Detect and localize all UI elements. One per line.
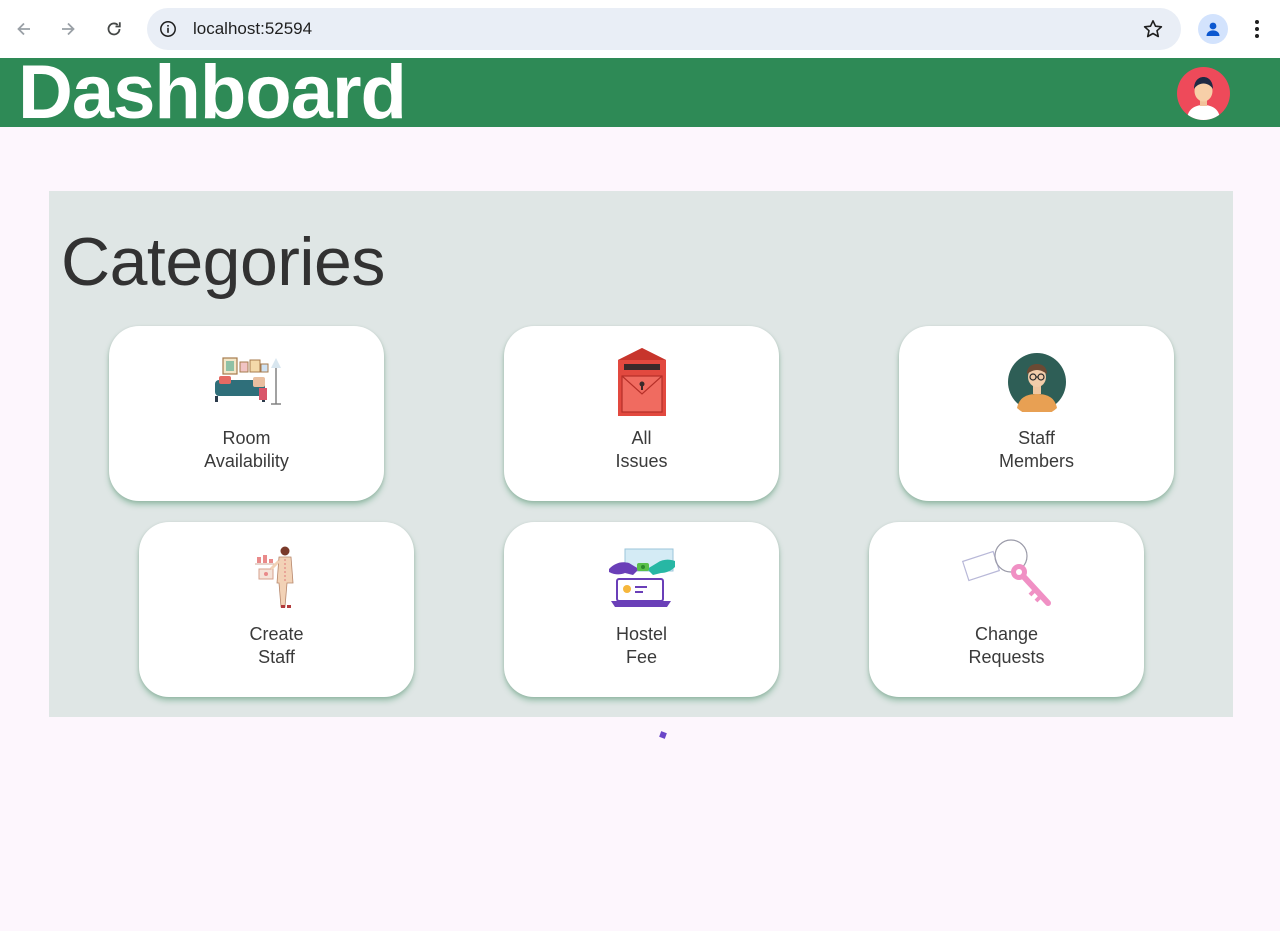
user-avatar-icon (1187, 77, 1220, 120)
site-info-icon[interactable] (157, 18, 179, 40)
categories-panel: Categories Room Availability All Issues … (49, 191, 1233, 717)
hostel-fee-card[interactable]: Hostel Fee (504, 522, 779, 697)
room-availability-card[interactable]: Room Availability (109, 326, 384, 501)
key-icon (961, 538, 1053, 616)
card-label: All Issues (615, 428, 668, 471)
change-requests-card[interactable]: Change Requests (869, 522, 1144, 697)
living-room-icon (211, 346, 283, 418)
card-label: Hostel Fee (615, 624, 668, 667)
payment-icon (606, 542, 678, 614)
back-arrow-icon[interactable] (9, 14, 39, 44)
user-avatar[interactable] (1177, 67, 1230, 120)
staff-members-card[interactable]: Staff Members (899, 326, 1174, 501)
create-staff-icon (241, 542, 313, 614)
all-issues-card[interactable]: All Issues (504, 326, 779, 501)
card-label: Room Availability (204, 428, 289, 471)
browser-profile-icon[interactable] (1198, 14, 1228, 44)
categories-heading: Categories (61, 224, 385, 300)
address-bar[interactable]: localhost:52594 (147, 8, 1181, 50)
loading-indicator (659, 731, 667, 739)
mailbox-icon (606, 346, 678, 418)
card-label: Staff Members (998, 428, 1074, 471)
app-header: Dashboard (0, 50, 1280, 135)
url-text: localhost:52594 (193, 19, 313, 38)
staff-person-icon (1001, 346, 1073, 418)
forward-arrow-icon[interactable] (53, 14, 83, 44)
reload-icon[interactable] (99, 14, 129, 44)
page-title: Dashboard (18, 50, 407, 135)
card-label: Change Requests (968, 624, 1045, 667)
bookmark-star-icon[interactable] (1141, 17, 1165, 41)
create-staff-card[interactable]: Create Staff (139, 522, 414, 697)
more-options-icon[interactable] (1244, 14, 1270, 44)
card-label: Create Staff (249, 624, 304, 667)
